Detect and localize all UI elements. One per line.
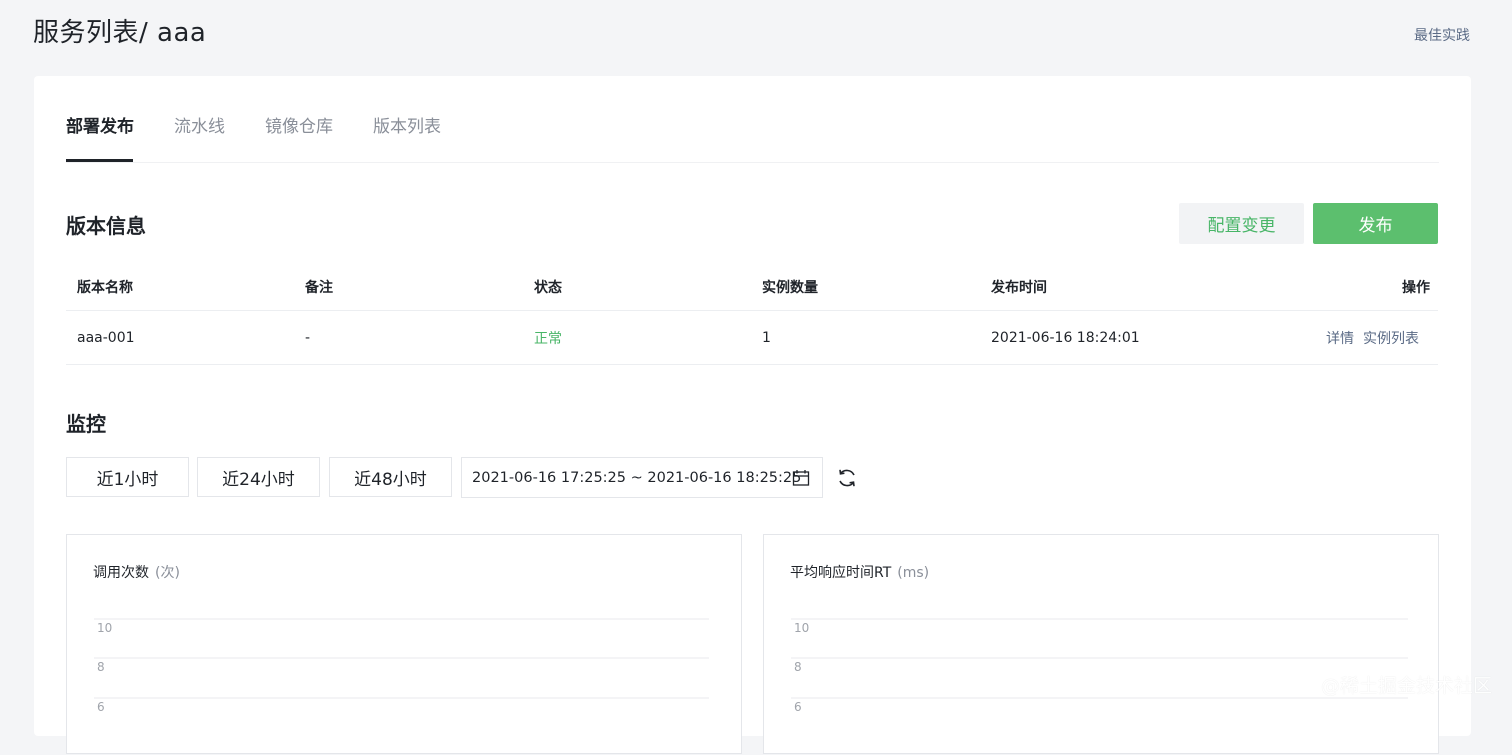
column-header-status: 状态 [534,280,562,296]
date-range-picker[interactable]: 2021-06-16 17:25:25 ~ 2021-06-16 18:25:2… [461,457,823,498]
table-header-row: 版本名称 备注 状态 实例数量 发布时间 操作 [66,264,1438,311]
active-tab-indicator [66,159,133,162]
main-card: 部署发布 流水线 镜像仓库 版本列表 版本信息 配置变更 发布 版本名称 备注 … [34,76,1471,754]
calendar-icon [792,470,810,486]
instance-list-link[interactable]: 实例列表 [1363,328,1419,348]
y-tick-label: 6 [97,700,105,714]
column-header-actions: 操作 [1402,280,1430,296]
details-link[interactable]: 详情 [1326,328,1354,348]
tab-image-repo[interactable]: 镜像仓库 [265,112,333,137]
range-48h-button[interactable]: 近48小时 [329,457,452,497]
tab-bar: 部署发布 流水线 镜像仓库 版本列表 [66,76,1439,163]
range-24h-button[interactable]: 近24小时 [197,457,320,497]
status-badge: 正常 [534,330,562,347]
table-row: aaa-001 - 正常 1 2021-06-16 18:24:01 详情 实例… [66,311,1438,365]
page-title: 服务列表/ aaa [33,18,207,48]
call-count-chart: 调用次数 (次) 10 8 6 [66,534,742,754]
cell-version-name: aaa-001 [77,329,135,346]
column-header-instances: 实例数量 [762,280,818,296]
date-range-value: 2021-06-16 17:25:25 ~ 2021-06-16 18:25:2… [472,469,802,486]
config-change-button[interactable]: 配置变更 [1179,203,1304,244]
y-tick-label: 10 [794,621,809,635]
column-header-remark: 备注 [305,280,333,296]
row-actions: 详情 实例列表 [1326,311,1419,364]
tab-deploy-publish[interactable]: 部署发布 [66,112,134,137]
tab-version-list[interactable]: 版本列表 [373,112,441,137]
column-header-version-name: 版本名称 [77,280,133,296]
monitor-title: 监控 [66,412,106,436]
cell-remark: - [305,329,311,346]
avg-rt-chart: 平均响应时间RT (ms) 10 8 6 [763,534,1439,754]
range-1h-button[interactable]: 近1小时 [66,457,189,497]
y-tick-label: 10 [97,621,112,635]
y-tick-label: 6 [794,700,802,714]
column-header-publish-time: 发布时间 [991,280,1047,296]
publish-button[interactable]: 发布 [1313,203,1438,244]
refresh-icon[interactable] [836,467,858,489]
version-table: 版本名称 备注 状态 实例数量 发布时间 操作 aaa-001 - 正常 1 2… [66,264,1438,365]
y-tick-label: 8 [97,660,105,674]
version-info-title: 版本信息 [66,214,146,238]
y-tick-label: 8 [794,660,802,674]
watermark: @稀土掘金技术社区 [1320,675,1492,697]
best-practice-link[interactable]: 最佳实践 [1414,25,1470,45]
cell-instances: 1 [762,329,771,346]
cell-publish-time: 2021-06-16 18:24:01 [991,329,1140,346]
chart-plot: 10 8 6 [94,618,709,714]
chart-plot: 10 8 6 [791,618,1408,714]
tab-pipeline[interactable]: 流水线 [174,112,225,137]
